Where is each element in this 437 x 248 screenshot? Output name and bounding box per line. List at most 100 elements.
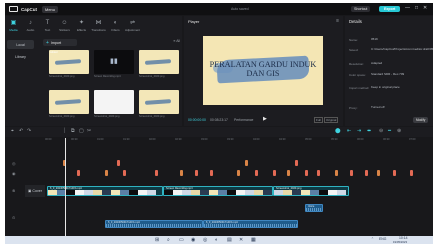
export-button[interactable]: Export: [379, 6, 401, 12]
menu-button[interactable]: Menu: [42, 5, 59, 13]
media-thumbnail[interactable]: ▮▮: [94, 50, 134, 74]
effect-marker[interactable]: [295, 160, 298, 166]
effect-marker[interactable]: [105, 170, 108, 176]
task-view-icon[interactable]: ▭: [179, 237, 184, 243]
effect-marker[interactable]: [410, 170, 413, 176]
playhead[interactable]: [65, 138, 66, 236]
tab-filters[interactable]: ◐ Filters: [107, 16, 124, 36]
select-tool-icon[interactable]: ⌖: [11, 129, 14, 134]
ruler-tick: 00:30: [71, 138, 78, 141]
duplicate-icon[interactable]: ⧉: [71, 129, 75, 134]
edge-icon[interactable]: ◐: [215, 237, 218, 243]
full-quality-button[interactable]: Full: [314, 117, 323, 123]
capcut-taskbar-icon[interactable]: ✕: [239, 237, 243, 243]
link-icon[interactable]: ⬌: [367, 129, 371, 134]
zoom-slider[interactable]: ━: [388, 129, 391, 134]
tab-media[interactable]: ▣ Media: [5, 16, 22, 36]
effect-marker[interactable]: [335, 170, 338, 176]
tab-adjustment[interactable]: ⇌ Adjustment: [124, 16, 141, 36]
tab-stickers[interactable]: ☺ Stickers: [56, 16, 73, 36]
modify-button[interactable]: Modify: [413, 117, 429, 123]
effect-marker[interactable]: [287, 170, 290, 176]
media-thumbnail[interactable]: Added: [49, 50, 89, 74]
browser-icon[interactable]: ◉: [191, 237, 195, 243]
undo-icon[interactable]: ↶: [19, 129, 23, 134]
tab-label: Stickers: [59, 28, 70, 32]
zoom-in-icon[interactable]: ⊕: [397, 129, 401, 134]
lane-lock-icon[interactable]: ◉: [12, 171, 16, 176]
tab-label: Audio: [26, 28, 35, 32]
tab-effects[interactable]: ✦ Effects: [73, 16, 90, 36]
thumbnail-caption: Screenshot_2023.png: [139, 115, 165, 118]
tray-up-icon[interactable]: ⌃: [371, 237, 374, 241]
media-thumbnail[interactable]: [49, 90, 89, 114]
effect-marker[interactable]: [393, 170, 396, 176]
zoom-out-icon[interactable]: ⊖: [379, 129, 383, 134]
effect-marker[interactable]: [245, 160, 248, 166]
preview-canvas[interactable]: PERALATAN GARDU INDUK DAN GIS: [203, 36, 323, 105]
effect-marker[interactable]: [123, 170, 126, 176]
redo-icon[interactable]: ↷: [27, 129, 31, 134]
effect-marker[interactable]: [210, 170, 213, 176]
timeline-ruler[interactable]: 00:00 00:30 01:00 01:30 02:00 02:30 03:00 03:30…: [45, 138, 433, 143]
media-thumbnail[interactable]: [94, 90, 134, 114]
effect-marker[interactable]: [117, 160, 120, 166]
media-thumbnail[interactable]: [139, 50, 179, 74]
timeline[interactable]: 00:00 00:30 01:00 01:30 02:00 02:30 03:00 03:30…: [5, 138, 433, 236]
store-icon[interactable]: ▦: [251, 237, 256, 243]
lane-visibility-icon[interactable]: ◎: [12, 161, 16, 166]
filter-dropdown[interactable]: ≡ All: [173, 39, 180, 43]
effect-marker[interactable]: [350, 170, 353, 176]
shortcut-button[interactable]: Shortcut: [351, 6, 371, 12]
performance-dropdown[interactable]: Performance: [234, 118, 253, 122]
cut-icon[interactable]: ✂: [87, 129, 91, 134]
lane-mute-icon[interactable]: ⊗: [12, 188, 15, 193]
cover-button[interactable]: ▣ Cover: [25, 185, 45, 197]
ratio-button[interactable]: Original: [324, 117, 339, 123]
effect-marker[interactable]: [77, 170, 80, 176]
crop-icon[interactable]: ▢: [79, 129, 84, 134]
snap-right-icon[interactable]: ⇥: [357, 129, 361, 134]
tab-transitions[interactable]: ⋈ Transitions: [90, 16, 107, 36]
audio-clip[interactable]: 6_0_20230509171415.mp4: [105, 220, 203, 228]
detail-key: Resolution:: [349, 62, 365, 66]
record-icon[interactable]: ⬤: [335, 129, 341, 134]
effect-marker[interactable]: [155, 170, 158, 176]
media-thumbnail[interactable]: [139, 90, 179, 114]
chrome-icon[interactable]: ◎: [203, 237, 207, 243]
minimize-icon[interactable]: —: [405, 6, 410, 11]
play-icon[interactable]: ▶: [263, 116, 267, 122]
import-button[interactable]: + Import: [43, 39, 77, 46]
maximize-icon[interactable]: □: [415, 6, 418, 11]
tab-label: Filters: [111, 28, 120, 32]
main-video-clip[interactable]: Screenshot_2023.png: [273, 186, 349, 196]
effect-marker[interactable]: [365, 170, 368, 176]
audio-clip[interactable]: 6_0_20230509171415.mp4: [203, 220, 298, 228]
timeline-toolbar: ⌖ ↶ ↷ ⏐ ⧉ ▢ ✂ ⬤ ⇤ ⇥ ⬌ ⊖ ━ ⊕: [5, 127, 433, 137]
effect-marker[interactable]: [317, 170, 320, 176]
sidebar-item-local[interactable]: Local: [7, 40, 34, 49]
audio-clip[interactable]: Voice: [305, 204, 323, 212]
effect-marker[interactable]: [237, 170, 240, 176]
effect-marker[interactable]: [377, 170, 380, 176]
windows-start-icon[interactable]: ⊞: [155, 237, 159, 243]
main-video-clip[interactable]: Screen Recording.mp4: [163, 186, 273, 196]
effect-marker[interactable]: [255, 170, 258, 176]
ruler-tick: 02:30: [175, 138, 182, 141]
effect-marker[interactable]: [195, 170, 198, 176]
effect-marker[interactable]: [180, 170, 183, 176]
tab-audio[interactable]: ♪ Audio: [22, 16, 39, 36]
language-indicator[interactable]: ENG: [379, 237, 386, 241]
player-menu-icon[interactable]: ≡: [336, 18, 339, 24]
split-icon[interactable]: ⏐: [63, 129, 66, 134]
tab-text[interactable]: T Text: [39, 16, 56, 36]
effect-marker[interactable]: [273, 170, 276, 176]
search-icon[interactable]: ⌕: [167, 237, 170, 243]
effect-marker[interactable]: [305, 170, 308, 176]
snap-left-icon[interactable]: ⇤: [347, 129, 351, 134]
sidebar-item-library[interactable]: Library: [7, 52, 34, 61]
files-icon[interactable]: ▤: [227, 237, 232, 243]
ruler-tick: 03:00: [201, 138, 208, 141]
audio-lane-icon[interactable]: ⊙: [12, 215, 15, 220]
close-icon[interactable]: ✕: [423, 6, 427, 11]
